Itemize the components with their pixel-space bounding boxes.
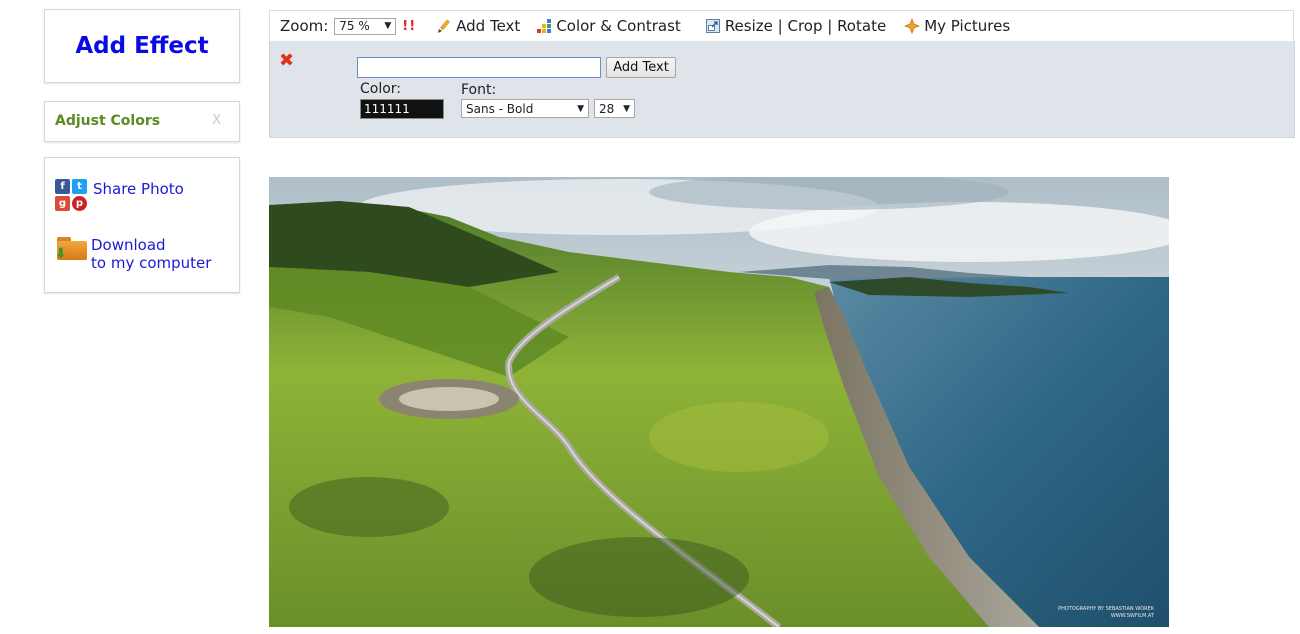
resize-icon [705,18,721,34]
adjust-colors-close-button[interactable]: X [212,113,221,128]
zoom-select[interactable]: 75 % ▼ [334,17,397,35]
share-download-panel: f t g p Share Photo ⬇ Download to my com… [44,157,240,293]
adjust-colors-panel[interactable]: Adjust Colors X [44,101,240,142]
editor-toolbar: Zoom: 75 % ▼ !! Add Text Color & Contras… [269,10,1294,41]
add-text-tool[interactable]: Add Text [436,17,520,35]
font-label: Font: [461,82,497,98]
zoom-warning: !! [402,18,417,34]
pencil-icon [436,18,452,34]
zoom-value: 75 % [339,19,370,33]
pictures-icon [904,18,921,34]
facebook-icon: f [55,179,70,194]
font-size-value: 28 [599,101,615,116]
color-contrast-label: Color & Contrast [556,17,681,35]
google-plus-icon: g [55,196,70,211]
add-text-button[interactable]: Add Text [606,57,676,78]
download-folder-icon: ⬇ [55,237,87,261]
text-input[interactable] [357,57,601,78]
download-label-line1[interactable]: Download [91,236,211,254]
font-size-select[interactable]: 28 ▼ [594,99,635,118]
chevron-down-icon: ▼ [577,103,584,114]
font-value: Sans - Bold [466,101,534,116]
resize-crop-rotate-label: Resize | Crop | Rotate [724,17,887,35]
color-grid-icon [536,18,552,34]
close-icon[interactable]: ✖ [279,50,294,71]
share-photo-label[interactable]: Share Photo [93,180,184,213]
photo-watermark-line1: PHOTOGRAPHY BY SEBASTIAN WOREK [1058,606,1155,612]
download-label-line2[interactable]: to my computer [91,254,211,272]
add-effect-button[interactable]: Add Effect [44,9,240,83]
photo-canvas[interactable]: PHOTOGRAPHY BY SEBASTIAN WOREK WWW.SWFIL… [269,177,1169,627]
landscape-photo: PHOTOGRAPHY BY SEBASTIAN WOREK WWW.SWFIL… [269,177,1169,627]
adjust-colors-label: Adjust Colors [55,113,161,129]
chevron-down-icon: ▼ [623,103,630,114]
resize-crop-rotate-tool[interactable]: Resize | Crop | Rotate [705,17,886,35]
my-pictures-label: My Pictures [924,17,1011,35]
add-effect-label: Add Effect [75,33,209,59]
my-pictures-tool[interactable]: My Pictures [904,17,1010,35]
twitter-icon: t [72,179,87,194]
download-label[interactable]: Download to my computer [91,236,211,272]
add-text-panel: ✖ Add Text Color: 111111 Font: Sans - Bo… [269,41,1295,138]
color-contrast-tool[interactable]: Color & Contrast [536,17,681,35]
social-icons: f t g p [55,179,89,213]
color-label: Color: [360,81,402,97]
add-text-label: Add Text [456,17,521,35]
chevron-down-icon: ▼ [384,21,392,31]
color-field[interactable]: 111111 [360,99,444,119]
zoom-label: Zoom: [280,17,329,35]
photo-watermark-line2: WWW.SWFILM.AT [1111,613,1155,619]
share-photo-link[interactable]: f t g p Share Photo [55,179,184,213]
download-link[interactable]: ⬇ Download to my computer [55,236,211,272]
font-select[interactable]: Sans - Bold ▼ [461,99,589,118]
pinterest-icon: p [72,196,87,211]
